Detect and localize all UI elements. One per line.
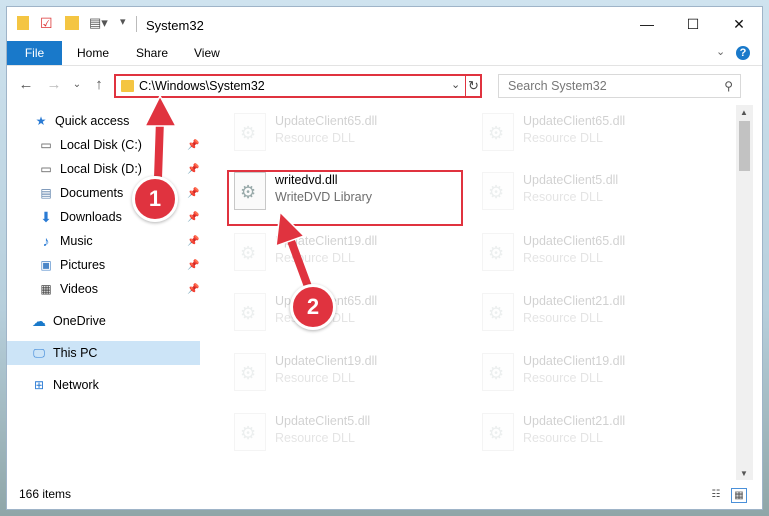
arrow-to-address-bar [143, 94, 178, 182]
arrow-to-writedvd [275, 210, 314, 296]
callout-step-2: 2 [290, 284, 336, 330]
annotation-arrows [143, 94, 314, 296]
callout-step-1: 1 [132, 176, 178, 222]
